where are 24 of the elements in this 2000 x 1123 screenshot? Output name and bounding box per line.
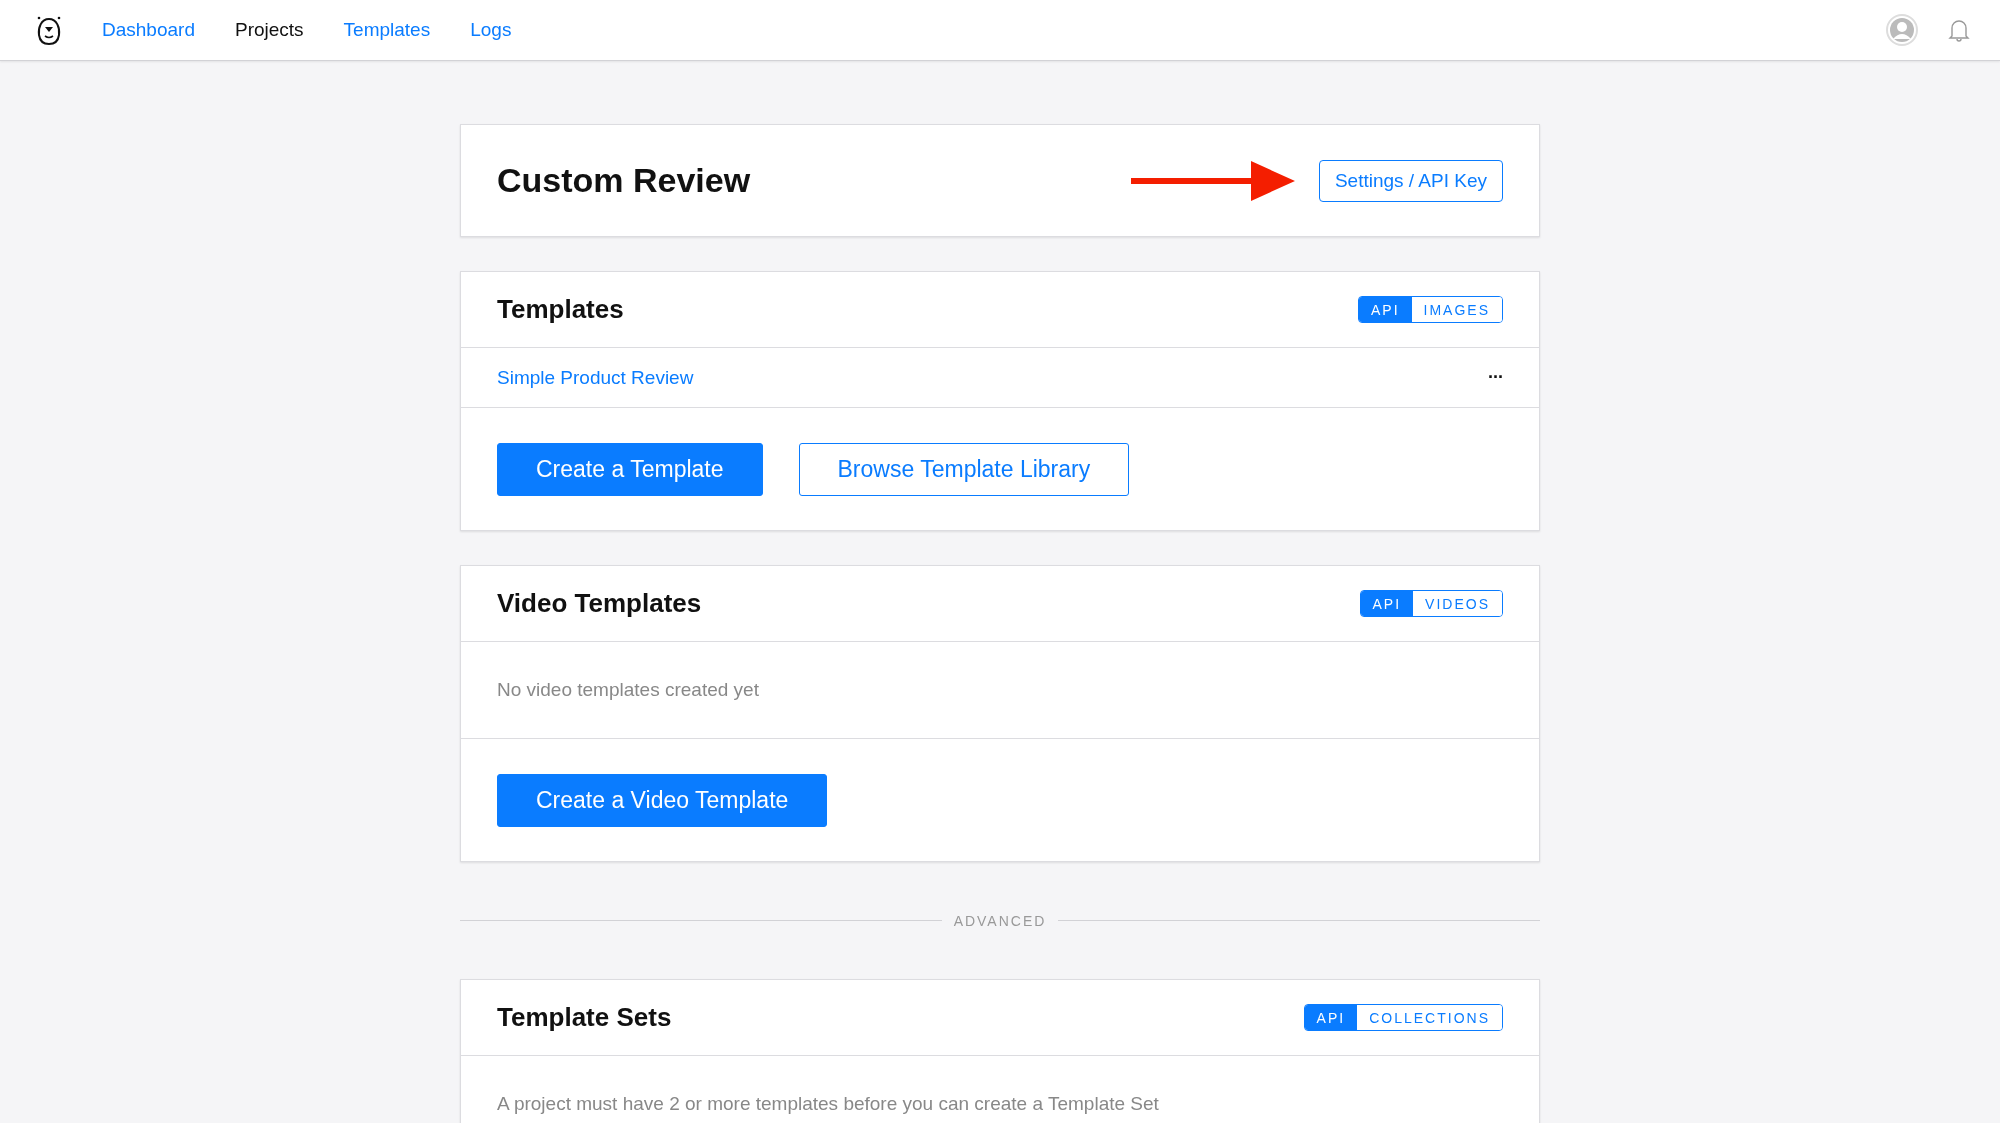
page-title: Custom Review [497, 161, 752, 200]
arrow-icon [1130, 160, 1295, 201]
avatar-icon[interactable] [1886, 14, 1918, 46]
nav-link[interactable]: Projects [234, 19, 304, 41]
section-title: Templates [497, 294, 625, 325]
section-title: Video Templates [497, 588, 703, 619]
divider-label: ADVANCED [953, 912, 1047, 929]
nav-link[interactable]: Templates [343, 19, 431, 41]
segment-tab[interactable]: API [1360, 591, 1414, 616]
empty-message: A project must have 2 or more templates before you can create a Template Set [497, 1093, 1159, 1115]
more-menu[interactable]: ··· [1488, 367, 1503, 388]
browse-button[interactable]: Browse Template Library [798, 442, 1130, 496]
create-button[interactable]: Create a Video Template [497, 773, 828, 827]
nav-link[interactable]: Logs [470, 19, 512, 41]
settings-button[interactable]: Settings / API Key [1318, 159, 1503, 202]
bell-icon[interactable] [1948, 18, 1970, 42]
bear-logo-icon[interactable] [36, 15, 62, 45]
nav-link[interactable]: Dashboard [102, 19, 195, 41]
segment-tab[interactable]: API [1358, 297, 1412, 322]
segment-tab[interactable]: API [1304, 1005, 1358, 1030]
empty-message: No video templates created yet [497, 679, 759, 701]
create-button[interactable]: Create a Template [497, 442, 763, 496]
template-link[interactable]: Simple Product Review [497, 366, 1488, 389]
section-title: Template Sets [497, 1002, 673, 1033]
